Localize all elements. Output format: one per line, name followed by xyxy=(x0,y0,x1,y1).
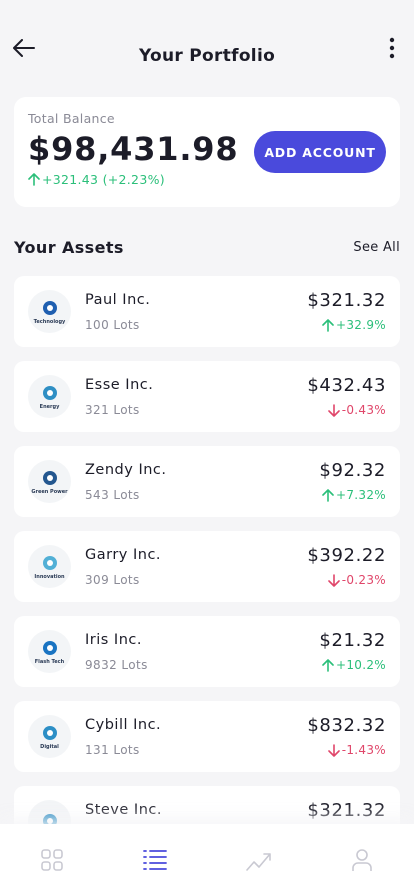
balance-card: Total Balance $98,431.98 +321.43 (+2.23%… xyxy=(14,97,400,207)
asset-price: $392.22 xyxy=(307,545,386,566)
company-logo-caption: Energy xyxy=(39,404,60,410)
asset-row[interactable]: Energy Esse Inc. 321 Lots $432.43 -0.43% xyxy=(14,361,400,432)
arrow-up-icon xyxy=(322,318,334,332)
company-logo-caption: Digital xyxy=(40,744,59,750)
company-logo-caption: Technology xyxy=(33,319,66,325)
asset-price: $321.32 xyxy=(307,800,386,821)
see-all-link[interactable]: See All xyxy=(353,240,400,255)
asset-lots: 309 Lots xyxy=(85,573,140,587)
balance-label: Total Balance xyxy=(28,111,115,126)
more-vertical-icon xyxy=(389,37,395,59)
asset-lots: 100 Lots xyxy=(85,318,140,332)
balance-change: +321.43 (+2.23%) xyxy=(28,172,386,187)
balance-change-text: +321.43 (+2.23%) xyxy=(42,172,165,187)
asset-lots: 543 Lots xyxy=(85,488,140,502)
asset-change-text: -0.43% xyxy=(341,403,386,417)
company-logo-icon xyxy=(42,726,57,740)
asset-change: -0.23% xyxy=(327,573,386,587)
asset-name: Iris Inc. xyxy=(85,632,142,648)
asset-change: -1.43% xyxy=(327,743,386,757)
asset-change: +10.2% xyxy=(322,658,386,672)
asset-lots: 131 Lots xyxy=(85,743,140,757)
asset-change-text: -0.23% xyxy=(341,573,386,587)
asset-row[interactable]: Flash Tech Iris Inc. 9832 Lots $21.32 +1… xyxy=(14,616,400,687)
arrow-up-icon xyxy=(28,173,40,186)
company-logo: Energy xyxy=(28,375,71,418)
arrow-up-icon xyxy=(322,658,334,672)
arrow-up-icon xyxy=(322,488,334,502)
arrow-down-icon xyxy=(327,743,340,757)
top-bar: Your Portfolio xyxy=(0,0,414,96)
asset-change-text: +10.2% xyxy=(336,658,386,672)
back-button[interactable] xyxy=(12,36,36,60)
company-logo-icon xyxy=(42,556,57,570)
asset-price: $92.32 xyxy=(319,460,386,481)
tab-dashboard[interactable] xyxy=(32,840,72,880)
asset-name: Cybill Inc. xyxy=(85,717,162,733)
asset-price: $432.43 xyxy=(307,375,386,396)
asset-row[interactable]: Digital Cybill Inc. 131 Lots $832.32 -1.… xyxy=(14,701,400,772)
list-icon xyxy=(143,850,168,870)
asset-lots: 9832 Lots xyxy=(85,658,148,672)
arrow-left-icon xyxy=(13,39,35,57)
asset-row[interactable]: Green Power Zendy Inc. 543 Lots $92.32 +… xyxy=(14,446,400,517)
asset-name: Garry Inc. xyxy=(85,547,162,563)
company-logo: Innovation xyxy=(28,545,71,588)
tab-portfolio[interactable] xyxy=(135,840,175,880)
asset-change-text: +7.32% xyxy=(336,488,386,502)
tab-profile[interactable] xyxy=(342,840,382,880)
asset-price: $832.32 xyxy=(307,715,386,736)
company-logo: Technology xyxy=(28,290,71,333)
tab-market[interactable] xyxy=(239,840,279,880)
company-logo-icon xyxy=(42,386,57,400)
company-logo-icon xyxy=(42,641,57,655)
grid-icon xyxy=(40,849,63,871)
asset-change-text: -1.43% xyxy=(341,743,386,757)
page-title: Your Portfolio xyxy=(138,46,276,66)
asset-price: $21.32 xyxy=(319,630,386,651)
company-logo-icon xyxy=(42,301,57,315)
asset-change-text: +32.9% xyxy=(336,318,386,332)
company-logo-caption: Green Power xyxy=(31,489,68,495)
asset-name: Esse Inc. xyxy=(85,377,154,393)
asset-row[interactable]: Innovation Garry Inc. 309 Lots $392.22 -… xyxy=(14,531,400,602)
add-account-button[interactable]: ADD ACCOUNT xyxy=(254,131,386,173)
arrow-down-icon xyxy=(327,403,340,417)
asset-row[interactable]: Technology Paul Inc. 100 Lots $321.32 +3… xyxy=(14,276,400,347)
company-logo: Digital xyxy=(28,715,71,758)
asset-change: +32.9% xyxy=(322,318,386,332)
company-logo: Green Power xyxy=(28,460,71,503)
bottom-tab-bar xyxy=(0,824,414,896)
company-logo-caption: Flash Tech xyxy=(34,659,65,665)
assets-section-title: Your Assets xyxy=(14,237,124,257)
company-logo-caption: Innovation xyxy=(34,574,65,580)
company-logo-icon xyxy=(42,471,57,485)
asset-name: Zendy Inc. xyxy=(85,462,167,478)
asset-name: Paul Inc. xyxy=(85,292,151,308)
user-icon xyxy=(352,849,373,871)
asset-change: +7.32% xyxy=(322,488,386,502)
arrow-down-icon xyxy=(327,573,340,587)
asset-name: Steve Inc. xyxy=(85,802,162,818)
trend-icon xyxy=(245,853,271,871)
asset-lots: 321 Lots xyxy=(85,403,140,417)
more-options-button[interactable] xyxy=(382,36,402,60)
asset-change: -0.43% xyxy=(327,403,386,417)
assets-section-header: Your Assets See All xyxy=(14,236,400,258)
company-logo: Flash Tech xyxy=(28,630,71,673)
asset-price: $321.32 xyxy=(307,290,386,311)
